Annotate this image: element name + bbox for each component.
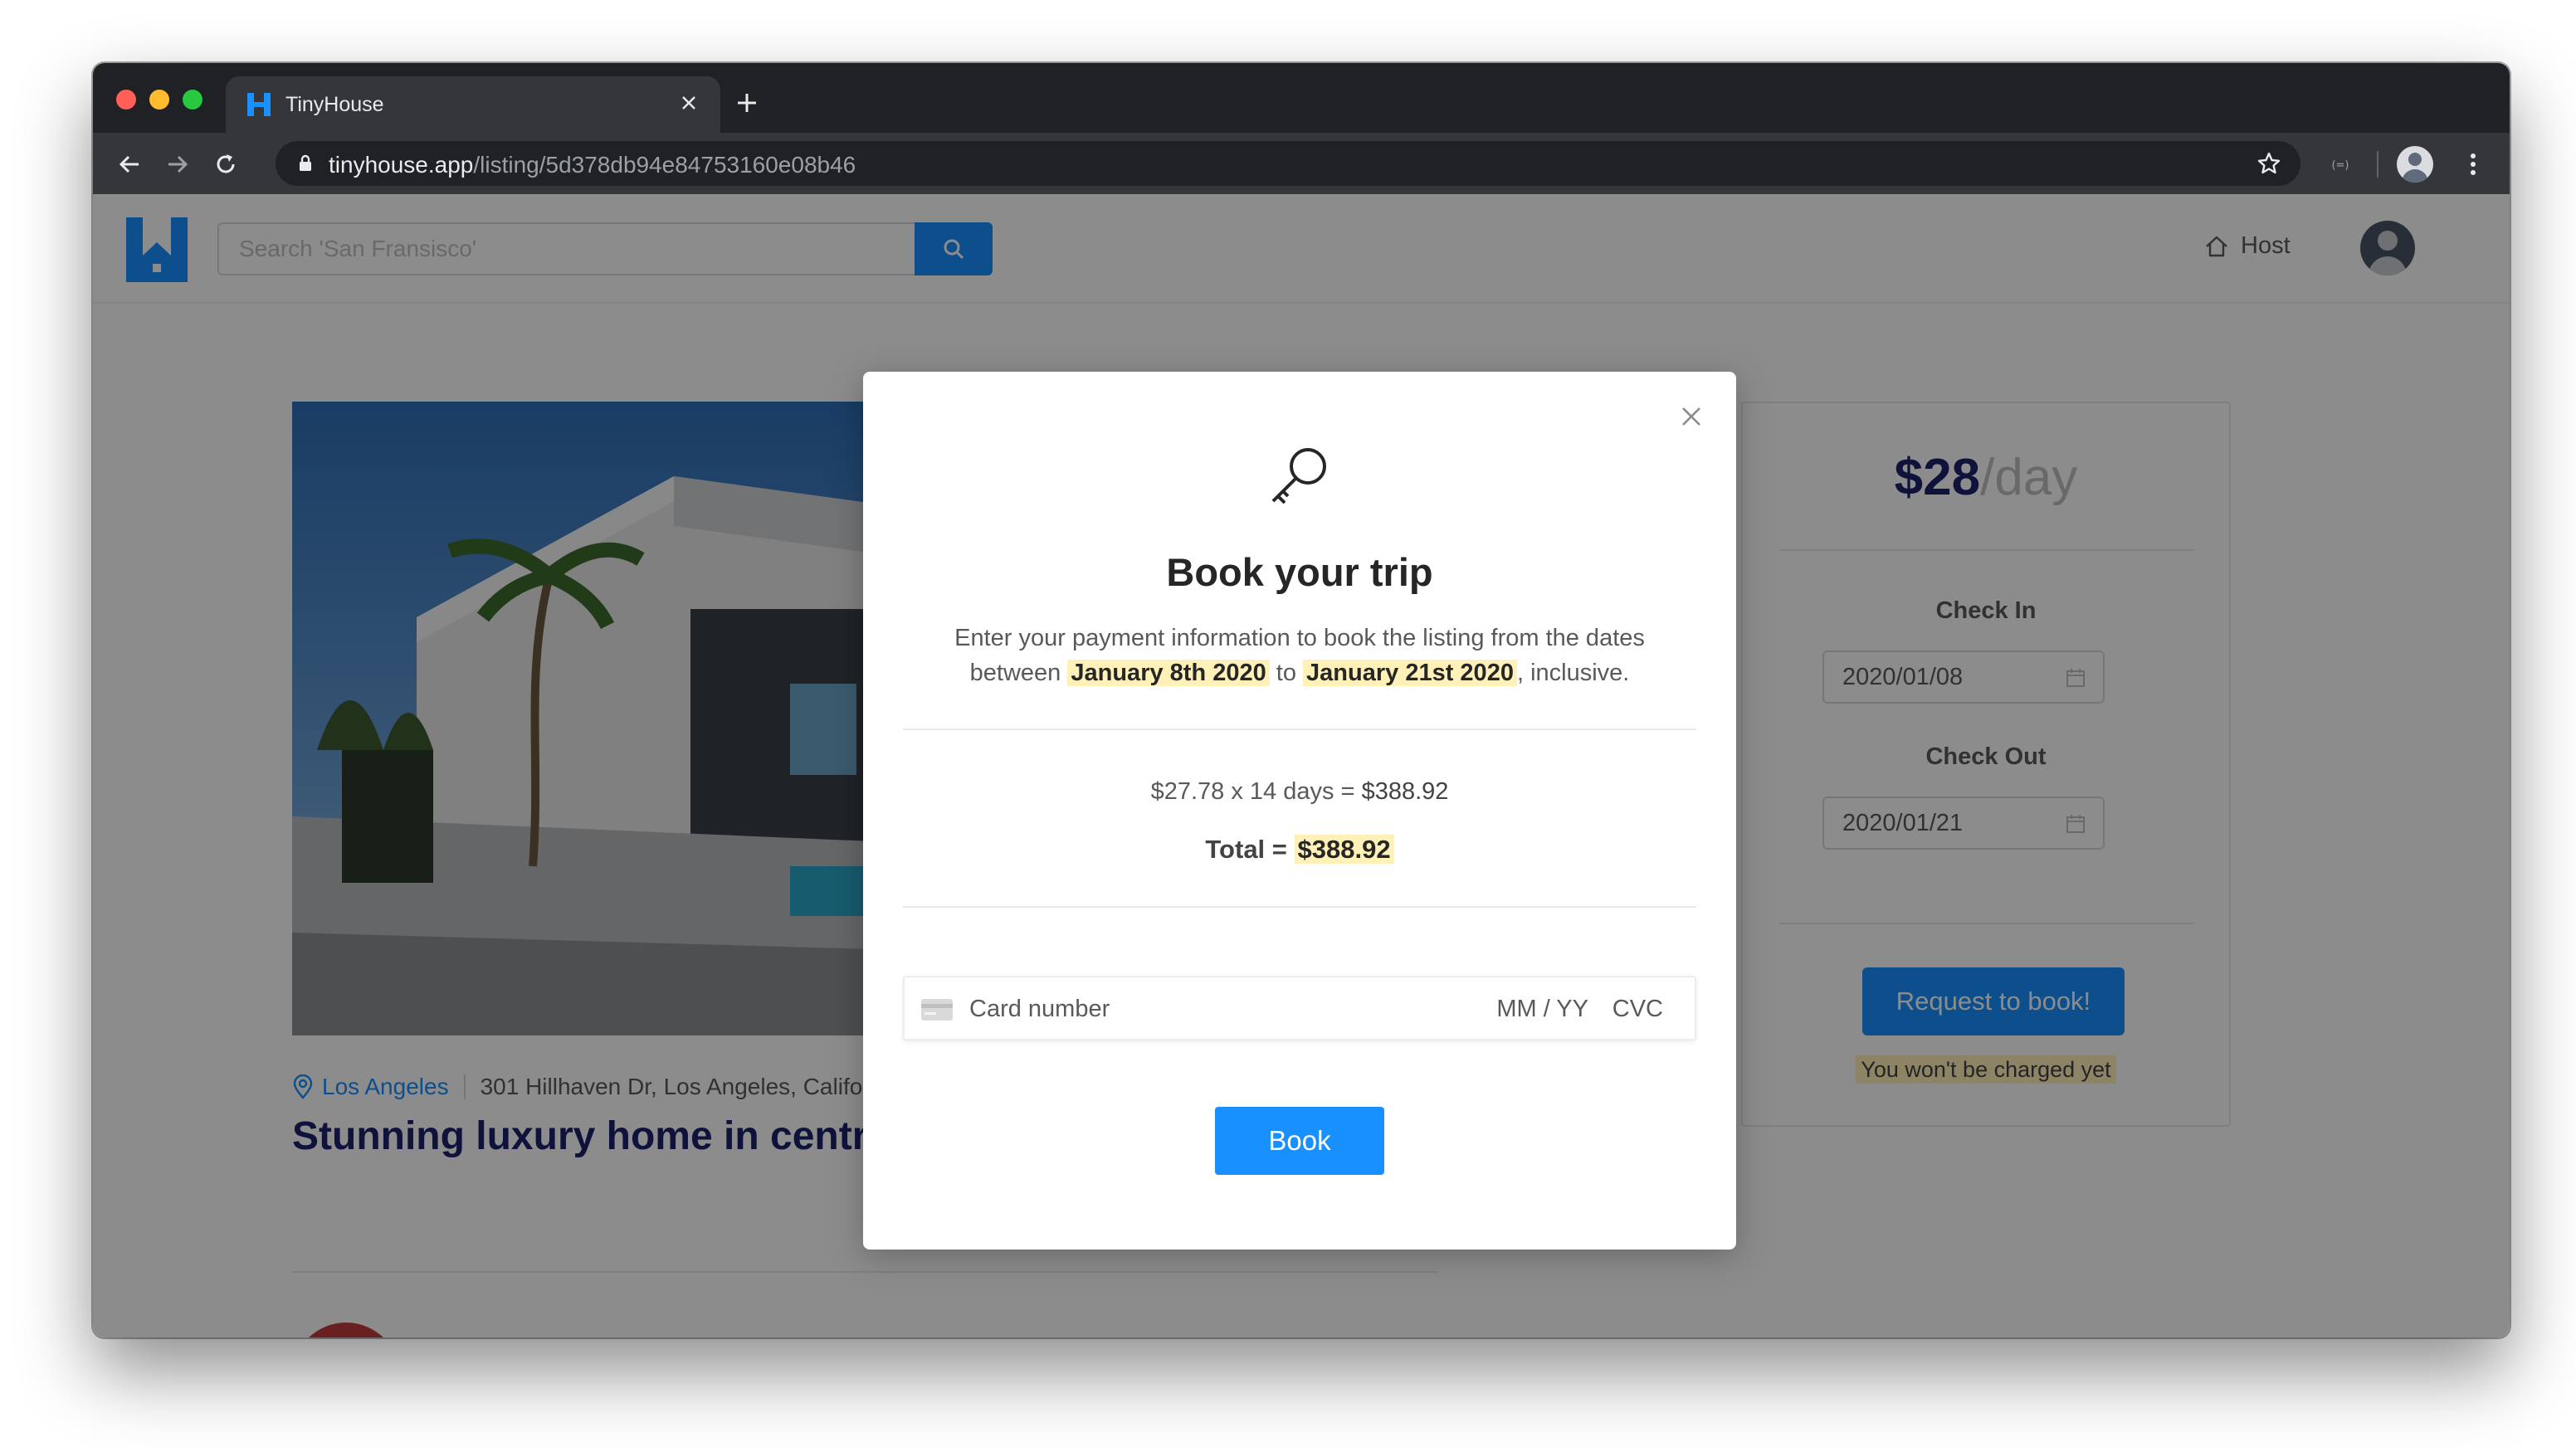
card-expiry-placeholder: MM / YY	[1496, 996, 1588, 1022]
browser-window: TinyHouse tinyhouse.app/listing/5d378db9…	[93, 63, 2510, 1337]
price-calculation: $27.78 x 14 days = $388.92	[863, 778, 1736, 806]
divider	[903, 906, 1696, 908]
browser-profile-avatar[interactable]	[2397, 146, 2433, 183]
lock-icon	[300, 154, 311, 171]
calc-result: $388.92	[1361, 778, 1449, 805]
calc-prefix: $27.78 x 14 days =	[1150, 778, 1355, 805]
credit-card-icon	[921, 999, 953, 1021]
minimize-window-button[interactable]	[149, 90, 169, 110]
modal-title: Book your trip	[1166, 550, 1433, 594]
tinyhouse-favicon-icon	[247, 93, 271, 116]
card-cvc-placeholder: CVC	[1612, 996, 1663, 1022]
tab-title: TinyHouse	[285, 93, 384, 116]
card-input-field[interactable]: Card number MM / YY CVC	[903, 976, 1696, 1040]
browser-tab[interactable]: TinyHouse	[226, 76, 720, 133]
address-bar[interactable]: tinyhouse.app/listing/5d378db94e84753160…	[276, 141, 2300, 186]
extension-icon[interactable]: (=)	[2327, 151, 2354, 178]
divider	[903, 728, 1696, 730]
card-number-placeholder: Card number	[969, 996, 1110, 1022]
browser-toolbar: tinyhouse.app/listing/5d378db94e84753160…	[93, 133, 2510, 194]
back-arrow-icon[interactable]	[113, 148, 146, 181]
desc-to: to	[1276, 660, 1296, 686]
book-trip-modal: Book your trip Enter your payment inform…	[863, 372, 1736, 1250]
browser-menu-icon[interactable]	[2456, 148, 2490, 181]
total-label: Total =	[1205, 835, 1287, 864]
forward-arrow-icon[interactable]	[161, 148, 194, 181]
toolbar-divider	[2377, 151, 2378, 178]
total-line: Total = $388.92	[863, 835, 1736, 865]
tab-close-icon[interactable]	[674, 88, 704, 118]
bookmark-star-icon[interactable]	[2256, 150, 2282, 177]
desc-end: , inclusive.	[1516, 660, 1630, 686]
close-window-button[interactable]	[116, 90, 136, 110]
url-host: tinyhouse.app	[329, 152, 474, 178]
total-value: $388.92	[1294, 835, 1394, 864]
modal-description: Enter your payment information to book t…	[938, 621, 1661, 690]
date-to: January 21st 2020	[1303, 660, 1517, 686]
date-from: January 8th 2020	[1067, 660, 1270, 686]
new-tab-icon[interactable]	[732, 88, 762, 118]
svg-text:(=): (=)	[2331, 159, 2349, 172]
page-content: Host	[93, 194, 2510, 1337]
book-button[interactable]: Book	[1215, 1107, 1384, 1175]
reload-icon[interactable]	[209, 148, 242, 181]
close-icon[interactable]	[1676, 402, 1706, 431]
tab-strip: TinyHouse	[93, 63, 2510, 133]
maximize-window-button[interactable]	[183, 90, 202, 110]
url-path: /listing/5d378db94e84753160e08b46	[473, 152, 856, 178]
url-text: tinyhouse.app/listing/5d378db94e84753160…	[329, 152, 856, 178]
key-icon	[1271, 448, 1326, 504]
